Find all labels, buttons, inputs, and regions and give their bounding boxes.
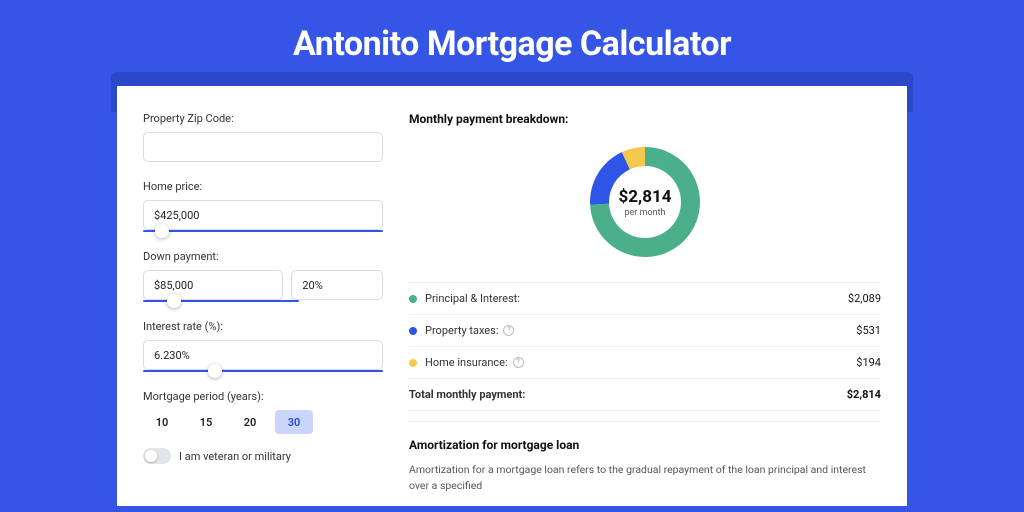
period-options: 10152030 xyxy=(143,410,383,434)
legend-row: Home insurance:? $194 xyxy=(409,346,881,378)
down-payment-field: Down payment: xyxy=(143,250,383,302)
legend-dot xyxy=(409,359,417,367)
legend-value: $531 xyxy=(856,324,881,337)
legend: Principal & Interest: $2,089 Property taxe… xyxy=(409,282,881,378)
veteran-toggle[interactable] xyxy=(143,448,171,464)
donut-chart-wrap: $2,814 per month xyxy=(409,140,881,264)
down-payment-label: Down payment: xyxy=(143,250,383,263)
legend-label: Property taxes:? xyxy=(425,324,514,337)
veteran-row: I am veteran or military xyxy=(143,448,383,464)
zip-input[interactable] xyxy=(143,132,383,162)
interest-slider-thumb[interactable] xyxy=(208,364,222,378)
period-label: Mortgage period (years): xyxy=(143,390,383,403)
down-payment-pct-input[interactable] xyxy=(291,270,383,300)
legend-row: Principal & Interest: $2,089 xyxy=(409,282,881,314)
interest-input[interactable] xyxy=(143,340,383,370)
total-value: $2,814 xyxy=(847,388,881,401)
zip-label: Property Zip Code: xyxy=(143,112,383,125)
calculator-panel: Property Zip Code: Home price: Down paym… xyxy=(117,86,907,506)
down-payment-input[interactable] xyxy=(143,270,283,300)
period-field: Mortgage period (years): 10152030 xyxy=(143,390,383,434)
breakdown-column: Monthly payment breakdown: $2,814 per mo… xyxy=(409,112,881,506)
donut-sub: per month xyxy=(624,208,665,218)
home-price-slider-thumb[interactable] xyxy=(155,224,169,238)
form-column: Property Zip Code: Home price: Down paym… xyxy=(143,112,383,506)
home-price-input[interactable] xyxy=(143,200,383,230)
interest-label: Interest rate (%): xyxy=(143,320,383,333)
interest-slider[interactable] xyxy=(143,370,383,372)
info-icon[interactable]: ? xyxy=(503,325,514,336)
donut-center: $2,814 per month xyxy=(583,140,707,264)
donut-amount: $2,814 xyxy=(619,187,672,207)
home-price-field: Home price: xyxy=(143,180,383,232)
zip-field: Property Zip Code: xyxy=(143,112,383,162)
down-payment-slider-thumb[interactable] xyxy=(167,294,181,308)
period-option-15[interactable]: 15 xyxy=(187,410,225,434)
interest-field: Interest rate (%): xyxy=(143,320,383,372)
legend-dot xyxy=(409,327,417,335)
total-label: Total monthly payment: xyxy=(409,388,525,401)
legend-row: Property taxes:? $531 xyxy=(409,314,881,346)
period-option-30[interactable]: 30 xyxy=(275,410,313,434)
legend-label: Home insurance:? xyxy=(425,356,524,369)
legend-value: $2,089 xyxy=(848,292,881,305)
page-title: Antonito Mortgage Calculator xyxy=(293,24,731,64)
donut-chart: $2,814 per month xyxy=(583,140,707,264)
info-icon[interactable]: ? xyxy=(513,357,524,368)
amortization-section: Amortization for mortgage loan Amortizat… xyxy=(409,421,881,494)
period-option-10[interactable]: 10 xyxy=(143,410,181,434)
veteran-label: I am veteran or military xyxy=(179,450,291,463)
home-price-label: Home price: xyxy=(143,180,383,193)
amortization-text: Amortization for a mortgage loan refers … xyxy=(409,462,881,494)
legend-label: Principal & Interest: xyxy=(425,292,520,305)
legend-dot xyxy=(409,295,417,303)
breakdown-title: Monthly payment breakdown: xyxy=(409,112,881,126)
period-option-20[interactable]: 20 xyxy=(231,410,269,434)
legend-value: $194 xyxy=(856,356,881,369)
amortization-title: Amortization for mortgage loan xyxy=(409,438,881,452)
legend-total-row: Total monthly payment: $2,814 xyxy=(409,378,881,411)
home-price-slider[interactable] xyxy=(143,230,383,232)
down-payment-slider[interactable] xyxy=(143,300,299,302)
